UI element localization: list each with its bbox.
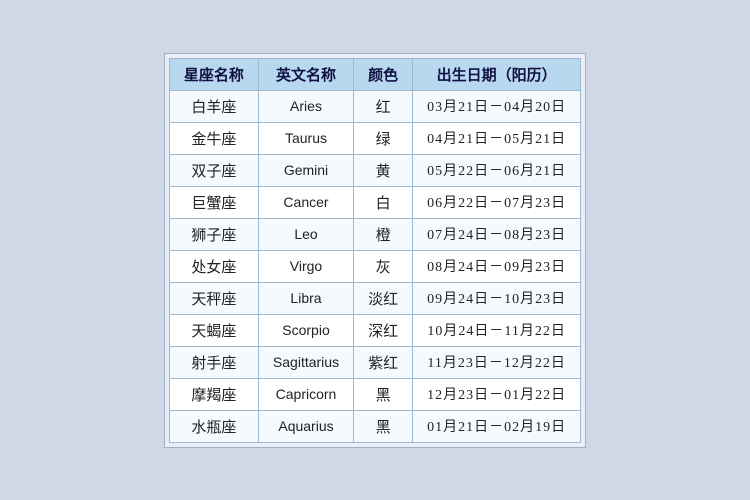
cell-english: Virgo [258,250,353,282]
cell-color: 黄 [354,154,413,186]
cell-color: 黑 [354,410,413,442]
cell-date: 12月23日－01月22日 [413,378,581,410]
cell-chinese: 双子座 [169,154,258,186]
header-english-name: 英文名称 [258,58,353,90]
cell-color: 黑 [354,378,413,410]
cell-color: 紫红 [354,346,413,378]
cell-color: 绿 [354,122,413,154]
cell-english: Libra [258,282,353,314]
table-row: 双子座Gemini黄05月22日－06月21日 [169,154,580,186]
cell-color: 灰 [354,250,413,282]
table-row: 狮子座Leo橙07月24日－08月23日 [169,218,580,250]
cell-chinese: 水瓶座 [169,410,258,442]
cell-date: 11月23日－12月22日 [413,346,581,378]
cell-chinese: 白羊座 [169,90,258,122]
cell-english: Cancer [258,186,353,218]
table-header-row: 星座名称 英文名称 颜色 出生日期（阳历） [169,58,580,90]
cell-english: Aquarius [258,410,353,442]
header-date: 出生日期（阳历） [413,58,581,90]
header-color: 颜色 [354,58,413,90]
cell-chinese: 巨蟹座 [169,186,258,218]
cell-english: Gemini [258,154,353,186]
header-chinese-name: 星座名称 [169,58,258,90]
cell-date: 09月24日－10月23日 [413,282,581,314]
cell-date: 05月22日－06月21日 [413,154,581,186]
cell-chinese: 天蝎座 [169,314,258,346]
table-row: 摩羯座Capricorn黑12月23日－01月22日 [169,378,580,410]
cell-english: Capricorn [258,378,353,410]
cell-color: 白 [354,186,413,218]
cell-date: 04月21日－05月21日 [413,122,581,154]
cell-color: 橙 [354,218,413,250]
cell-chinese: 摩羯座 [169,378,258,410]
table-row: 射手座Sagittarius紫红11月23日－12月22日 [169,346,580,378]
table-row: 天秤座Libra淡红09月24日－10月23日 [169,282,580,314]
table-row: 天蝎座Scorpio深红10月24日－11月22日 [169,314,580,346]
cell-english: Leo [258,218,353,250]
cell-date: 01月21日－02月19日 [413,410,581,442]
cell-date: 03月21日－04月20日 [413,90,581,122]
table-row: 巨蟹座Cancer白06月22日－07月23日 [169,186,580,218]
cell-chinese: 天秤座 [169,282,258,314]
cell-english: Scorpio [258,314,353,346]
cell-date: 08月24日－09月23日 [413,250,581,282]
cell-english: Aries [258,90,353,122]
table-row: 水瓶座Aquarius黑01月21日－02月19日 [169,410,580,442]
cell-color: 淡红 [354,282,413,314]
cell-color: 深红 [354,314,413,346]
cell-date: 07月24日－08月23日 [413,218,581,250]
cell-chinese: 狮子座 [169,218,258,250]
cell-date: 06月22日－07月23日 [413,186,581,218]
cell-chinese: 处女座 [169,250,258,282]
zodiac-table: 星座名称 英文名称 颜色 出生日期（阳历） 白羊座Aries红03月21日－04… [169,58,581,443]
table-row: 白羊座Aries红03月21日－04月20日 [169,90,580,122]
cell-date: 10月24日－11月22日 [413,314,581,346]
cell-chinese: 金牛座 [169,122,258,154]
cell-english: Taurus [258,122,353,154]
table-row: 金牛座Taurus绿04月21日－05月21日 [169,122,580,154]
cell-chinese: 射手座 [169,346,258,378]
cell-color: 红 [354,90,413,122]
table-row: 处女座Virgo灰08月24日－09月23日 [169,250,580,282]
table-wrapper: 星座名称 英文名称 颜色 出生日期（阳历） 白羊座Aries红03月21日－04… [164,53,586,448]
cell-english: Sagittarius [258,346,353,378]
